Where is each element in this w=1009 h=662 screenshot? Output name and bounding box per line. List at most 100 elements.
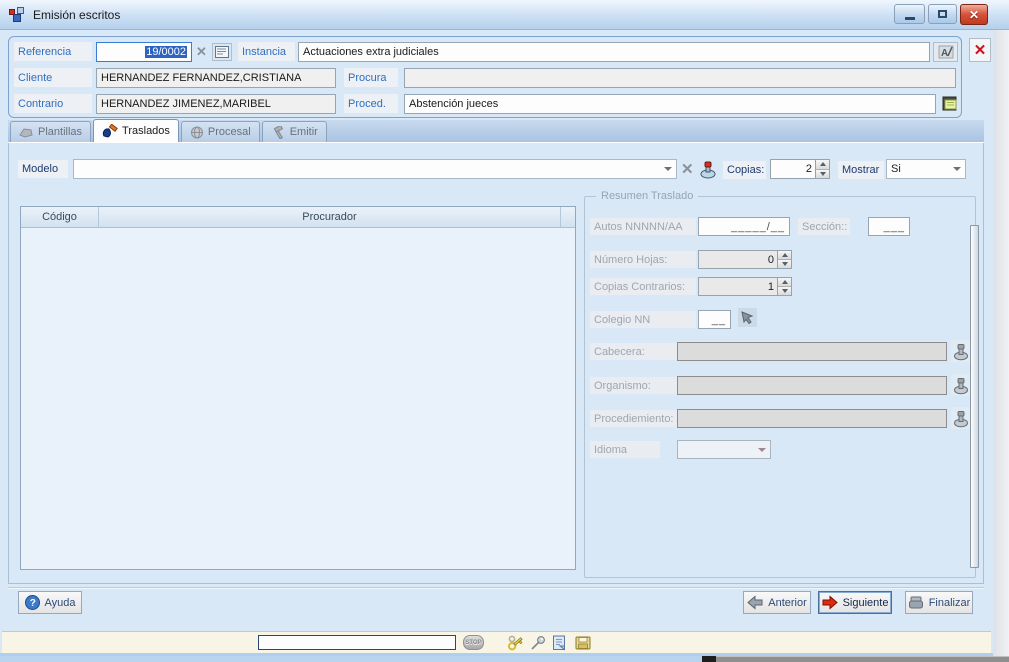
bottom-strip [0, 656, 1009, 662]
taskbar-fragment-gray [716, 656, 1009, 662]
siguiente-label: Siguiente [843, 597, 889, 609]
grid-header: Código Procurador [21, 207, 575, 228]
stop-button[interactable]: STOP [463, 635, 484, 650]
cabecera-input[interactable] [677, 342, 947, 361]
copias-value[interactable]: 2 [770, 159, 816, 179]
contrario-input[interactable]: HERNANDEZ JIMENEZ,MARIBEL [96, 94, 336, 114]
anterior-button[interactable]: Anterior [743, 591, 811, 614]
instancia-input[interactable]: Actuaciones extra judiciales [298, 42, 930, 62]
restore-button[interactable] [928, 4, 957, 24]
down-arrow-icon [782, 262, 788, 266]
copias-contrarios-label: Copias Contrarios: [590, 278, 696, 295]
save-button[interactable] [574, 634, 592, 652]
down-arrow-icon [782, 289, 788, 293]
idioma-combobox[interactable] [677, 440, 771, 459]
referencia-note-button[interactable] [212, 43, 232, 61]
copias-contrarios-value[interactable]: 1 [698, 277, 778, 296]
modelo-combobox[interactable] [73, 159, 677, 179]
finalizar-icon [908, 596, 924, 610]
modelo-label: Modelo [18, 160, 68, 178]
taskbar-fragment-dark [702, 656, 716, 662]
autos-label: Autos NNNNN/AA [590, 218, 696, 235]
tab-emitir-label: Emitir [290, 126, 318, 138]
copias-down-button[interactable] [816, 169, 829, 179]
resumen-scrollbar[interactable] [970, 225, 979, 568]
colegio-label: Colegio NN [590, 311, 696, 328]
notepad-button[interactable] [551, 634, 567, 652]
tab-procesal-label: Procesal [208, 126, 251, 138]
copias-up-button[interactable] [816, 160, 829, 169]
right-margin [993, 30, 1009, 656]
down-arrow-icon [820, 172, 826, 176]
copias-contrarios-down-button[interactable] [778, 286, 791, 295]
chevron-down-icon [664, 167, 672, 171]
restore-icon [938, 10, 947, 18]
copias-contrarios-up-button[interactable] [778, 278, 791, 286]
column-header-codigo[interactable]: Código [21, 207, 99, 227]
cancel-header-button[interactable]: ✕ [969, 38, 991, 62]
organismo-input[interactable] [677, 376, 947, 395]
stamp-gray-icon [953, 409, 969, 428]
modelo-stamp-button[interactable] [697, 158, 719, 180]
instancia-sort-button[interactable]: A [933, 42, 958, 62]
note-icon [215, 46, 229, 58]
organismo-stamp-button[interactable] [951, 374, 971, 396]
autos-input[interactable]: _____/__ [698, 217, 790, 236]
tab-emitir[interactable]: Emitir [262, 121, 327, 142]
column-header-extra[interactable] [561, 207, 575, 227]
tab-procesal[interactable]: Procesal [181, 121, 260, 142]
copias-spinner: 2 [770, 159, 830, 179]
proced-label: Proced. [344, 94, 398, 113]
app-icon [9, 7, 25, 23]
siguiente-button[interactable]: Siguiente [818, 591, 892, 614]
modelo-clear-icon[interactable]: ✕ [681, 160, 694, 178]
finalizar-label: Finalizar [929, 597, 971, 609]
proced-input[interactable]: Abstención jueces [404, 94, 936, 114]
proced-folder-button[interactable] [939, 92, 961, 114]
colegio-input[interactable]: __ [698, 310, 731, 329]
cliente-input[interactable]: HERNANDEZ FERNANDEZ,CRISTIANA [96, 68, 336, 88]
notepad-icon [551, 634, 567, 652]
window-title: Emisión escritos [33, 8, 120, 22]
numero-hojas-label: Número Hojas: [590, 251, 696, 268]
tab-traslados[interactable]: Traslados [93, 119, 179, 142]
finalizar-button[interactable]: Finalizar [905, 591, 973, 614]
close-button[interactable]: ✕ [960, 4, 988, 25]
resumen-traslado-title: Resumen Traslado [596, 190, 698, 202]
ayuda-button[interactable]: ? Ayuda [18, 591, 82, 614]
keys-button[interactable] [506, 634, 526, 652]
numero-hojas-down-button[interactable] [778, 259, 791, 268]
referencia-clear-icon[interactable]: ✕ [196, 44, 207, 60]
progress-bar [258, 635, 456, 650]
procura-label: Procura [344, 68, 398, 87]
pin-button[interactable] [529, 634, 547, 652]
tab-plantillas-label: Plantillas [38, 126, 82, 138]
mostrar-label: Mostrar [838, 161, 884, 179]
mostrar-combobox[interactable]: Si [886, 159, 966, 179]
seccion-input[interactable]: ___ [868, 217, 910, 236]
close-icon: ✕ [969, 8, 979, 22]
plantillas-icon [19, 126, 34, 138]
disk-icon [574, 634, 592, 652]
cabecera-label: Cabecera: [590, 343, 680, 360]
minimize-button[interactable] [894, 4, 925, 24]
colegio-pick-button[interactable] [738, 308, 757, 327]
procedimiento-input[interactable] [677, 409, 947, 428]
procura-input[interactable] [404, 68, 956, 88]
referencia-selected-text: 19/0002 [145, 46, 187, 58]
red-x-icon: ✕ [974, 41, 987, 59]
tab-plantillas[interactable]: Plantillas [10, 121, 91, 142]
cabecera-stamp-button[interactable] [951, 340, 971, 362]
referencia-input[interactable]: 19/0002 [96, 42, 192, 62]
procedimiento-label: Procediemiento: [590, 410, 686, 427]
title-bar: Emisión escritos ✕ [0, 0, 1009, 30]
procedimiento-stamp-button[interactable] [951, 407, 971, 429]
arrow-left-icon [747, 595, 763, 610]
stamp-gray-icon [953, 376, 969, 395]
numero-hojas-value[interactable]: 0 [698, 250, 778, 269]
chevron-down-icon [758, 448, 766, 452]
folder-doc-icon [941, 94, 959, 112]
numero-hojas-up-button[interactable] [778, 251, 791, 259]
column-header-procurador[interactable]: Procurador [99, 207, 561, 227]
tab-strip: Plantillas Traslados Procesal [8, 120, 984, 143]
